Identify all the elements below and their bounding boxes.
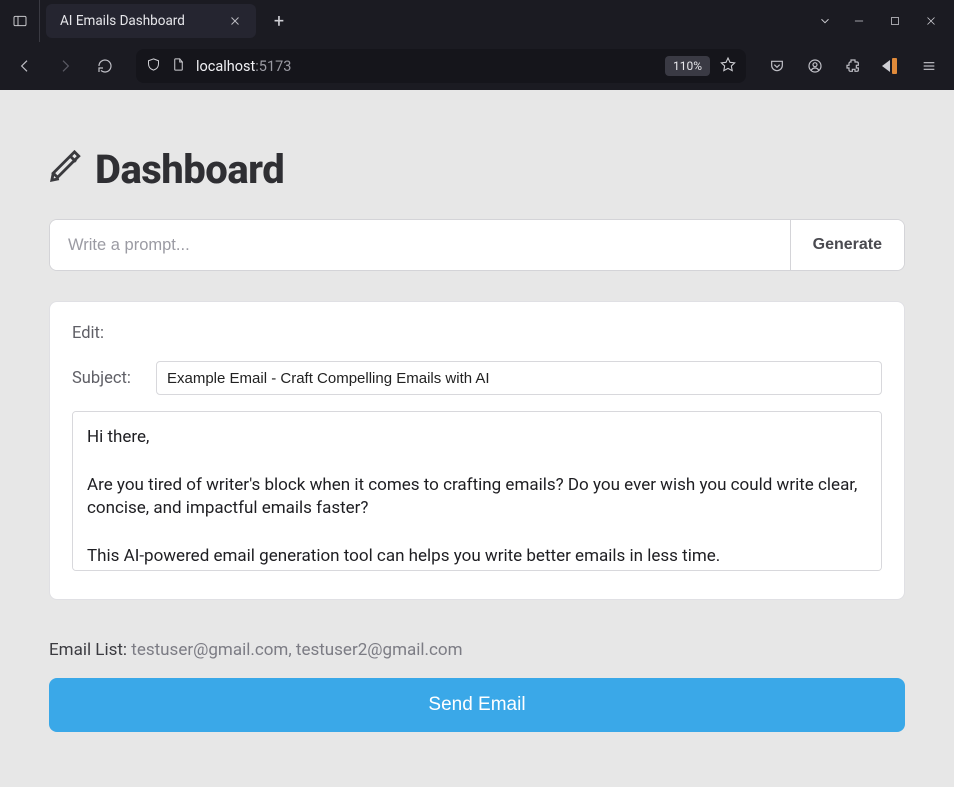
sidebar-toggle-button[interactable] [0,0,40,42]
tab-close-button[interactable] [226,12,244,30]
zoom-badge[interactable]: 110% [665,56,710,76]
window-controls [842,6,954,36]
speaker-icon[interactable] [874,49,908,83]
browser-tab[interactable]: AI Emails Dashboard [46,4,256,38]
titlebar: AI Emails Dashboard + [0,0,954,42]
app-menu-button[interactable] [912,49,946,83]
email-list-value: testuser@gmail.com, testuser2@gmail.com [131,640,462,660]
tabs-dropdown-button[interactable] [808,6,842,36]
pocket-button[interactable] [760,49,794,83]
page-container: Dashboard Generate Edit: Subject: Hi the… [37,90,917,772]
page-title: Dashboard [49,146,905,193]
page-icon [171,57,186,76]
bookmark-star-button[interactable] [720,56,736,76]
url-bar[interactable]: localhost:5173 110% [136,49,746,83]
generate-button[interactable]: Generate [790,220,904,270]
new-tab-button[interactable]: + [262,4,296,38]
subject-label: Subject: [72,369,142,388]
subject-input[interactable] [156,361,882,395]
edit-card: Edit: Subject: Hi there, Are you tired o… [49,301,905,600]
pencil-icon [49,146,83,193]
tab-title: AI Emails Dashboard [60,13,185,29]
window-minimize-button[interactable] [842,6,876,36]
browser-toolbar: localhost:5173 110% [0,42,954,90]
email-list-label: Email List: [49,640,131,660]
send-email-button[interactable]: Send Email [49,678,905,732]
page-viewport: Dashboard Generate Edit: Subject: Hi the… [0,90,954,787]
url-text: localhost:5173 [196,58,291,75]
subject-row: Subject: [72,361,882,395]
email-list-row: Email List: testuser@gmail.com, testuser… [49,640,905,660]
nav-reload-button[interactable] [88,49,122,83]
browser-chrome: AI Emails Dashboard + localhost:5173 110… [0,0,954,90]
window-close-button[interactable] [914,6,948,36]
shield-icon [146,57,161,76]
page-title-text: Dashboard [95,146,284,193]
url-port: :5173 [255,58,291,75]
extensions-button[interactable] [836,49,870,83]
prompt-input[interactable] [50,220,790,270]
nav-back-button[interactable] [8,49,42,83]
edit-label: Edit: [72,324,882,343]
nav-forward-button[interactable] [48,49,82,83]
window-maximize-button[interactable] [878,6,912,36]
account-button[interactable] [798,49,832,83]
url-host: localhost [196,58,255,75]
email-body-textarea[interactable]: Hi there, Are you tired of writer's bloc… [72,411,882,571]
prompt-row: Generate [49,219,905,271]
